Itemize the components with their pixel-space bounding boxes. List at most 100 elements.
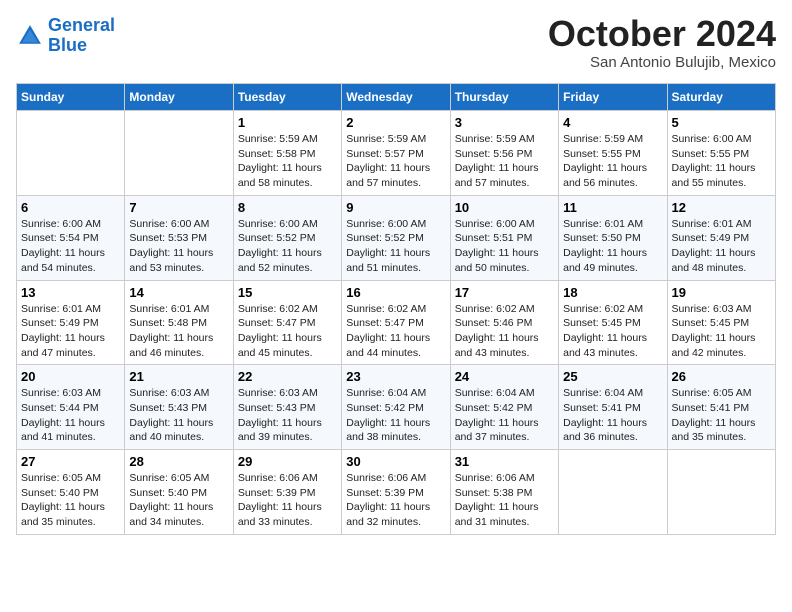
day-cell: 2 Sunrise: 5:59 AMSunset: 5:57 PMDaylight… (342, 111, 450, 196)
week-row-2: 6 Sunrise: 6:00 AMSunset: 5:54 PMDaylight… (17, 195, 776, 280)
day-cell: 12 Sunrise: 6:01 AMSunset: 5:49 PMDayligh… (667, 195, 775, 280)
calendar-header: SundayMondayTuesdayWednesdayThursdayFrid… (17, 84, 776, 111)
col-header-wednesday: Wednesday (342, 84, 450, 111)
day-number: 29 (238, 454, 337, 469)
day-info: Sunrise: 5:59 AMSunset: 5:57 PMDaylight:… (346, 132, 445, 191)
day-cell: 23 Sunrise: 6:04 AMSunset: 5:42 PMDayligh… (342, 365, 450, 450)
day-info: Sunrise: 5:59 AMSunset: 5:55 PMDaylight:… (563, 132, 662, 191)
month-title: October 2024 (548, 16, 776, 52)
day-info: Sunrise: 6:02 AMSunset: 5:47 PMDaylight:… (346, 302, 445, 361)
day-cell: 28 Sunrise: 6:05 AMSunset: 5:40 PMDayligh… (125, 450, 233, 535)
logo-icon (16, 22, 44, 50)
day-number: 10 (455, 200, 554, 215)
day-cell: 10 Sunrise: 6:00 AMSunset: 5:51 PMDayligh… (450, 195, 558, 280)
day-info: Sunrise: 6:00 AMSunset: 5:53 PMDaylight:… (129, 217, 228, 276)
day-info: Sunrise: 6:00 AMSunset: 5:52 PMDaylight:… (238, 217, 337, 276)
day-cell: 5Sunrise: 6:00 AMSunset: 5:55 PMDaylight… (667, 111, 775, 196)
day-cell: 13 Sunrise: 6:01 AMSunset: 5:49 PMDayligh… (17, 280, 125, 365)
day-info: Sunrise: 6:04 AMSunset: 5:42 PMDaylight:… (346, 386, 445, 445)
col-header-tuesday: Tuesday (233, 84, 341, 111)
day-info: Sunrise: 6:05 AMSunset: 5:40 PMDaylight:… (21, 471, 120, 530)
day-cell: 20Sunrise: 6:03 AMSunset: 5:44 PMDayligh… (17, 365, 125, 450)
day-cell: 17 Sunrise: 6:02 AMSunset: 5:46 PMDayligh… (450, 280, 558, 365)
day-info: Sunrise: 5:59 AMSunset: 5:56 PMDaylight:… (455, 132, 554, 191)
col-header-friday: Friday (559, 84, 667, 111)
day-info: Sunrise: 6:06 AMSunset: 5:38 PMDaylight:… (455, 471, 554, 530)
day-cell: 16 Sunrise: 6:02 AMSunset: 5:47 PMDayligh… (342, 280, 450, 365)
day-number: 8 (238, 200, 337, 215)
day-number: 22 (238, 369, 337, 384)
day-number: 31 (455, 454, 554, 469)
day-cell: 18 Sunrise: 6:02 AMSunset: 5:45 PMDayligh… (559, 280, 667, 365)
day-cell (125, 111, 233, 196)
day-info: Sunrise: 6:01 AMSunset: 5:48 PMDaylight:… (129, 302, 228, 361)
day-cell: 15 Sunrise: 6:02 AMSunset: 5:47 PMDayligh… (233, 280, 341, 365)
day-info: Sunrise: 6:01 AMSunset: 5:50 PMDaylight:… (563, 217, 662, 276)
col-header-thursday: Thursday (450, 84, 558, 111)
day-info: Sunrise: 6:00 AMSunset: 5:51 PMDaylight:… (455, 217, 554, 276)
day-cell: 19Sunrise: 6:03 AMSunset: 5:45 PMDayligh… (667, 280, 775, 365)
day-info: Sunrise: 6:02 AMSunset: 5:46 PMDaylight:… (455, 302, 554, 361)
week-row-3: 13 Sunrise: 6:01 AMSunset: 5:49 PMDayligh… (17, 280, 776, 365)
title-block: October 2024 San Antonio Bulujib, Mexico (548, 16, 776, 71)
day-cell: 8 Sunrise: 6:00 AMSunset: 5:52 PMDaylight… (233, 195, 341, 280)
day-info: Sunrise: 5:59 AMSunset: 5:58 PMDaylight:… (238, 132, 337, 191)
day-info: Sunrise: 6:00 AMSunset: 5:52 PMDaylight:… (346, 217, 445, 276)
day-number: 16 (346, 285, 445, 300)
week-row-4: 20Sunrise: 6:03 AMSunset: 5:44 PMDayligh… (17, 365, 776, 450)
day-info: Sunrise: 6:01 AMSunset: 5:49 PMDaylight:… (21, 302, 120, 361)
day-number: 3 (455, 115, 554, 130)
day-info: Sunrise: 6:05 AMSunset: 5:40 PMDaylight:… (129, 471, 228, 530)
day-number: 6 (21, 200, 120, 215)
day-cell: 6 Sunrise: 6:00 AMSunset: 5:54 PMDaylight… (17, 195, 125, 280)
day-cell: 11 Sunrise: 6:01 AMSunset: 5:50 PMDayligh… (559, 195, 667, 280)
col-header-monday: Monday (125, 84, 233, 111)
logo-text: General Blue (48, 16, 115, 56)
day-number: 27 (21, 454, 120, 469)
calendar-table: SundayMondayTuesdayWednesdayThursdayFrid… (16, 83, 776, 535)
day-number: 30 (346, 454, 445, 469)
day-number: 7 (129, 200, 228, 215)
day-number: 17 (455, 285, 554, 300)
day-cell: 24Sunrise: 6:04 AMSunset: 5:42 PMDayligh… (450, 365, 558, 450)
day-info: Sunrise: 6:04 AMSunset: 5:41 PMDaylight:… (563, 386, 662, 445)
day-info: Sunrise: 6:02 AMSunset: 5:47 PMDaylight:… (238, 302, 337, 361)
day-number: 12 (672, 200, 771, 215)
day-number: 15 (238, 285, 337, 300)
day-number: 1 (238, 115, 337, 130)
day-cell: 4 Sunrise: 5:59 AMSunset: 5:55 PMDaylight… (559, 111, 667, 196)
day-info: Sunrise: 6:03 AMSunset: 5:43 PMDaylight:… (238, 386, 337, 445)
day-info: Sunrise: 6:06 AMSunset: 5:39 PMDaylight:… (346, 471, 445, 530)
day-cell: 14Sunrise: 6:01 AMSunset: 5:48 PMDayligh… (125, 280, 233, 365)
day-info: Sunrise: 6:01 AMSunset: 5:49 PMDaylight:… (672, 217, 771, 276)
day-info: Sunrise: 6:06 AMSunset: 5:39 PMDaylight:… (238, 471, 337, 530)
day-info: Sunrise: 6:03 AMSunset: 5:45 PMDaylight:… (672, 302, 771, 361)
day-cell: 7 Sunrise: 6:00 AMSunset: 5:53 PMDaylight… (125, 195, 233, 280)
day-number: 2 (346, 115, 445, 130)
day-number: 24 (455, 369, 554, 384)
logo: General Blue (16, 16, 115, 56)
day-cell: 30 Sunrise: 6:06 AMSunset: 5:39 PMDayligh… (342, 450, 450, 535)
week-row-5: 27 Sunrise: 6:05 AMSunset: 5:40 PMDayligh… (17, 450, 776, 535)
day-number: 13 (21, 285, 120, 300)
day-cell: 1 Sunrise: 5:59 AMSunset: 5:58 PMDaylight… (233, 111, 341, 196)
day-cell: 3 Sunrise: 5:59 AMSunset: 5:56 PMDaylight… (450, 111, 558, 196)
week-row-1: 1 Sunrise: 5:59 AMSunset: 5:58 PMDaylight… (17, 111, 776, 196)
day-cell: 26Sunrise: 6:05 AMSunset: 5:41 PMDayligh… (667, 365, 775, 450)
day-number: 28 (129, 454, 228, 469)
day-number: 23 (346, 369, 445, 384)
day-number: 11 (563, 200, 662, 215)
day-number: 21 (129, 369, 228, 384)
day-info: Sunrise: 6:00 AMSunset: 5:54 PMDaylight:… (21, 217, 120, 276)
location: San Antonio Bulujib, Mexico (548, 54, 776, 71)
day-number: 18 (563, 285, 662, 300)
col-header-saturday: Saturday (667, 84, 775, 111)
day-info: Sunrise: 6:02 AMSunset: 5:45 PMDaylight:… (563, 302, 662, 361)
day-cell (667, 450, 775, 535)
day-number: 25 (563, 369, 662, 384)
day-number: 4 (563, 115, 662, 130)
day-cell: 21Sunrise: 6:03 AMSunset: 5:43 PMDayligh… (125, 365, 233, 450)
day-number: 20 (21, 369, 120, 384)
day-cell (17, 111, 125, 196)
day-cell: 22 Sunrise: 6:03 AMSunset: 5:43 PMDayligh… (233, 365, 341, 450)
